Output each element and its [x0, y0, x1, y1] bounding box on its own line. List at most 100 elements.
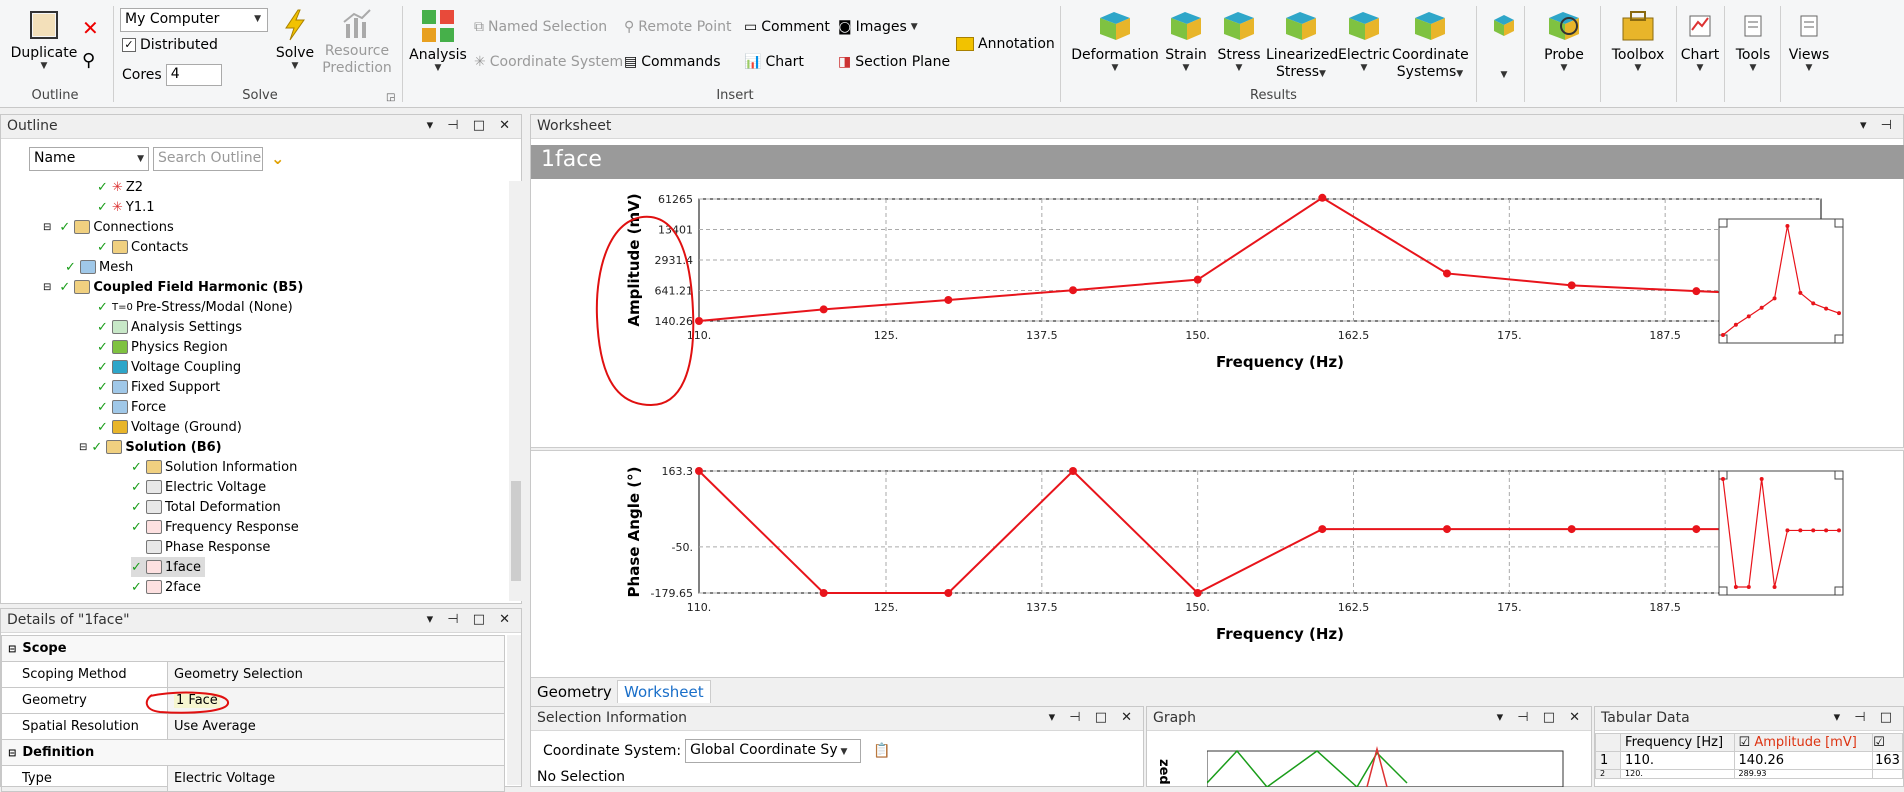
commands-icon: ▤: [624, 54, 638, 70]
computer-select[interactable]: My Computer ▼: [120, 8, 268, 32]
total-deformation-icon: [146, 500, 162, 514]
graph-panel-controls[interactable]: ▾ ⊣ □ ✕: [1497, 710, 1585, 725]
table-row[interactable]: 1 110. 140.26 163: [1594, 751, 1903, 770]
tree-item-voltage-coupling[interactable]: ✓ Voltage Coupling: [97, 357, 241, 377]
tree-item-z2[interactable]: ✓ ✳ Z2: [97, 177, 143, 197]
collapse-toggle-icon[interactable]: ⊟: [8, 644, 16, 655]
overview-data-point: [1811, 301, 1816, 306]
chart-insert-button[interactable]: 📊 Chart: [744, 54, 804, 70]
resource-prediction-button[interactable]: Resource Prediction: [322, 8, 392, 77]
overview-data-point: [1746, 314, 1751, 319]
stress-button[interactable]: Stress ▼: [1214, 8, 1264, 73]
duplicate-button[interactable]: Duplicate ▼: [8, 8, 80, 71]
filter-chevron-icon[interactable]: ⌄: [271, 149, 284, 168]
remote-point-button[interactable]: ⚲ Remote Point: [624, 19, 732, 35]
tab-geometry[interactable]: Geometry: [537, 683, 612, 701]
deformation-button[interactable]: Deformation ▼: [1070, 8, 1160, 73]
views-button[interactable]: Views ▼: [1786, 8, 1832, 73]
graph-axis-label: zed: [1156, 759, 1171, 785]
tree-item-physics-region[interactable]: ✓ Physics Region: [97, 337, 228, 357]
type-row[interactable]: Type Electric Voltage: [1, 765, 505, 792]
section-plane-button[interactable]: ◨ Section Plane: [838, 54, 950, 70]
tree-item-analysis-settings[interactable]: ✓ Analysis Settings: [97, 317, 242, 337]
outline-panel-controls[interactable]: ▾ ⊣ □ ✕: [427, 118, 515, 133]
table-row[interactable]: 2 120. 289.93: [1594, 769, 1903, 779]
linearized-stress-button[interactable]: Linearized Stress▼: [1266, 8, 1338, 83]
search-icon[interactable]: ⚲: [82, 50, 95, 71]
tools-button[interactable]: Tools ▼: [1730, 8, 1776, 73]
tree-item-solution[interactable]: ⊟ ✓ Solution (B6): [79, 437, 222, 457]
analysis-button[interactable]: Analysis ▼: [408, 8, 468, 73]
tree-item-2face[interactable]: ✓ 2face: [131, 577, 201, 597]
details-scrollbar[interactable]: [507, 635, 521, 785]
tree-item-force[interactable]: ✓ Force: [97, 397, 166, 417]
lightning-icon: [285, 9, 305, 41]
spatial-resolution-row[interactable]: Spatial Resolution Use Average: [1, 713, 505, 740]
tree-item-1face[interactable]: ✓ 1face: [131, 557, 205, 577]
tree-item-solution-information[interactable]: ✓ Solution Information: [131, 457, 297, 477]
collapse-toggle-icon[interactable]: ⊟: [8, 748, 16, 759]
collapse-toggle-icon[interactable]: ⊟: [43, 282, 51, 293]
tree-item-fixed-support[interactable]: ✓ Fixed Support: [97, 377, 220, 397]
commands-button[interactable]: ▤ Commands: [624, 54, 720, 70]
annotation-button[interactable]: Annotation: [956, 36, 1055, 52]
probe-button[interactable]: Probe ▼: [1534, 8, 1594, 73]
tree-item-connections[interactable]: ⊟ ✓ Connections: [43, 217, 174, 237]
tree-item-contacts[interactable]: ✓ Contacts: [97, 237, 188, 257]
deformation-icon: [1100, 12, 1130, 40]
collapse-toggle-icon[interactable]: ⊟: [43, 222, 51, 233]
coordinate-systems-button[interactable]: Coordinate Systems▼: [1392, 8, 1469, 83]
definition-header-row[interactable]: ⊟ Definition: [1, 739, 505, 766]
cores-input[interactable]: 4: [165, 64, 222, 86]
distributed-checkbox[interactable]: ✓ Distributed: [122, 37, 218, 53]
tree-item-mesh[interactable]: ✓ Mesh: [65, 257, 133, 277]
duplicate-label: Duplicate: [10, 45, 78, 61]
tree-item-pre-stress[interactable]: ✓ T=0 Pre-Stress/Modal (None): [97, 297, 293, 317]
electric-button[interactable]: Electric ▼: [1338, 8, 1390, 73]
clipboard-icon[interactable]: 📋: [873, 743, 890, 759]
scope-header-row[interactable]: ⊟ Scope: [1, 635, 505, 662]
worksheet-tabs: Geometry Worksheet: [531, 677, 1904, 707]
outline-search-input[interactable]: Search Outline: [153, 147, 263, 171]
column-checkbox-icon[interactable]: ☑: [1872, 733, 1903, 752]
coordinate-system-dropdown[interactable]: Global Coordinate Sy ▼: [685, 739, 862, 763]
solve-dialog-launcher-icon[interactable]: ◲: [386, 92, 395, 103]
tree-item-frequency-response[interactable]: ✓ Frequency Response: [131, 517, 299, 537]
comment-button[interactable]: ▭ Comment: [744, 19, 830, 35]
scoping-method-row[interactable]: Scoping Method Geometry Selection: [1, 661, 505, 688]
data-point: [1193, 275, 1202, 284]
tree-item-y1-1[interactable]: ✓ ✳ Y1.1: [97, 197, 155, 217]
images-button[interactable]: ◙ Images ▼: [838, 19, 918, 35]
tree-item-phase-response[interactable]: Phase Response: [131, 537, 270, 557]
selection-info-panel-controls[interactable]: ▾ ⊣ □ ✕: [1049, 710, 1137, 725]
physics-region-icon: [112, 340, 128, 354]
worksheet-panel-controls[interactable]: ▾ ⊣: [1860, 118, 1897, 133]
named-selection-button[interactable]: ⧉ Named Selection: [474, 19, 607, 35]
tree-item-electric-voltage[interactable]: ✓ Electric Voltage: [131, 477, 266, 497]
chart-tool-button[interactable]: Chart ▼: [1680, 8, 1720, 73]
data-point: [695, 467, 703, 475]
tab-worksheet[interactable]: Worksheet: [617, 680, 711, 703]
outline-name-select[interactable]: Name ▼: [29, 147, 149, 171]
coordinate-system-button[interactable]: ✳ Coordinate System: [474, 54, 623, 70]
outline-scrollbar[interactable]: [509, 181, 523, 601]
details-panel-controls[interactable]: ▾ ⊣ □ ✕: [427, 612, 515, 627]
x-axis-label: Frequency (Hz): [1216, 625, 1344, 643]
collapse-toggle-icon[interactable]: ⊟: [79, 442, 87, 453]
column-header-frequency[interactable]: Frequency [Hz]: [1620, 733, 1735, 752]
toolbox-button[interactable]: Toolbox ▼: [1604, 8, 1672, 73]
overview-resize-handle: [1718, 586, 1728, 596]
delete-icon[interactable]: ✕: [82, 16, 99, 40]
column-header-amplitude[interactable]: ☑ Amplitude [mV]: [1733, 733, 1874, 752]
geometry-row[interactable]: Geometry 1 Face: [1, 687, 505, 714]
tree-item-coupled-field-harmonic[interactable]: ⊟ ✓ Coupled Field Harmonic (B5): [43, 277, 303, 297]
user-defined-result-button[interactable]: ▼: [1488, 12, 1520, 80]
tree-item-voltage-ground[interactable]: ✓ Voltage (Ground): [97, 417, 242, 437]
solve-button[interactable]: Solve ▼: [274, 8, 316, 71]
geometry-value[interactable]: 1 Face: [174, 693, 220, 708]
tree-item-total-deformation[interactable]: ✓ Total Deformation: [131, 497, 281, 517]
tabular-panel-controls[interactable]: ▾ ⊣ □: [1834, 710, 1897, 725]
column-checkbox-icon[interactable]: ☑: [1739, 735, 1755, 750]
duplicate-dropdown-arrow[interactable]: ▼: [8, 61, 80, 71]
strain-button[interactable]: Strain ▼: [1162, 8, 1210, 73]
